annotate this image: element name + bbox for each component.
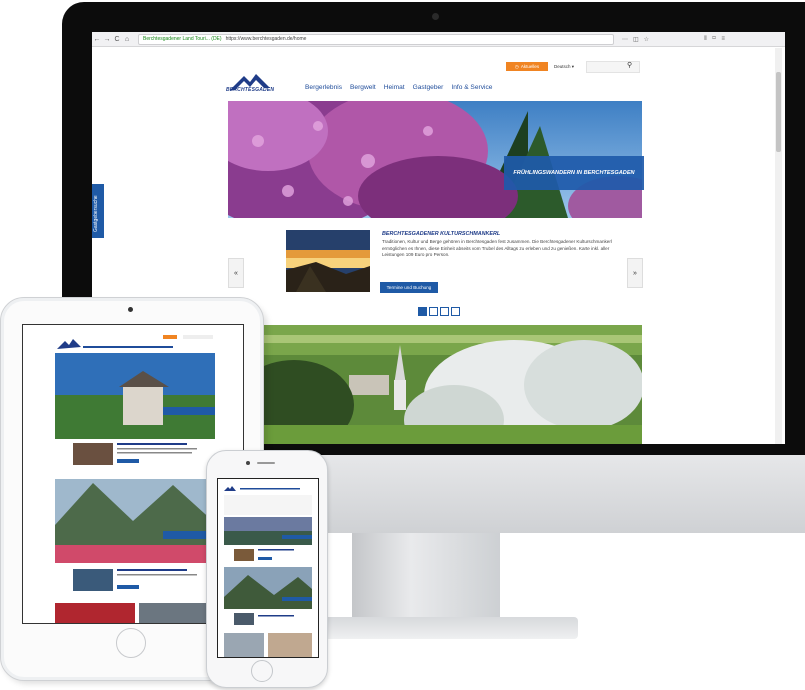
side-tab-label: Gastgebersuche	[93, 195, 99, 232]
nav-heimat[interactable]: Heimat	[384, 84, 405, 91]
slider-next-button[interactable]: »	[627, 258, 643, 288]
clock-icon: ◷	[514, 63, 519, 69]
more-icon[interactable]: ⋯	[622, 37, 633, 43]
teaser-title[interactable]: BERCHTESGADENER KULTURSCHMANKERL	[382, 231, 500, 237]
aktuelles-button[interactable]: ◷ Aktuelles	[506, 62, 548, 71]
library-icon[interactable]: ⫴	[704, 36, 712, 42]
logo-wordmark[interactable]: BERCHTESGADEN	[226, 87, 274, 93]
site-identity[interactable]: Berchtesgadener Land Touri... (DE)	[143, 36, 222, 42]
scrollbar-thumb[interactable]	[776, 72, 781, 152]
slider-dot[interactable]	[418, 307, 427, 316]
village-image[interactable]	[254, 325, 642, 444]
toolbar-right-icons: ⫴▭≡	[704, 36, 730, 43]
hero-caption[interactable]: FRÜHLINGSWANDERN IN BERCHTESGADEN	[504, 156, 644, 190]
ipad-home-button[interactable]	[116, 628, 146, 658]
address-bar[interactable]: Berchtesgadener Land Touri... (DE) https…	[138, 33, 614, 45]
language-select[interactable]: Deutsch ▾	[554, 62, 584, 71]
teaser-image[interactable]	[286, 230, 370, 292]
menu-icon[interactable]: ≡	[721, 36, 730, 42]
pocket-icon[interactable]: ◫	[633, 37, 644, 43]
teaser-body: Traditionen, Kultur und Berge gehören in…	[382, 239, 612, 258]
sidebar-icon[interactable]: ▭	[712, 36, 722, 42]
ipad-camera	[128, 307, 133, 312]
back-button[interactable]: ←	[92, 36, 102, 43]
main-navigation: Bergerlebnis Bergwelt Heimat Gastgeber I…	[305, 84, 492, 91]
nav-gastgeber[interactable]: Gastgeber	[413, 84, 444, 91]
phone-screen	[217, 478, 319, 658]
nav-info-service[interactable]: Info & Service	[451, 84, 492, 91]
slider-dots	[418, 307, 460, 316]
iphone-speaker	[257, 462, 275, 464]
browser-toolbar: ← → C ⌂ Berchtesgadener Land Touri... (D…	[92, 32, 785, 47]
nav-bergwelt[interactable]: Bergwelt	[350, 84, 376, 91]
booking-button[interactable]: Termine und Buchung	[380, 282, 438, 293]
camera	[432, 13, 439, 20]
home-button[interactable]: ⌂	[122, 36, 132, 43]
phone-website-preview	[218, 479, 318, 657]
iphone-camera	[246, 461, 250, 465]
slider-dot[interactable]	[440, 307, 449, 316]
bookmark-star-icon[interactable]: ☆	[644, 37, 654, 43]
iphone-home-button[interactable]	[251, 660, 273, 682]
forward-button[interactable]: →	[102, 36, 112, 43]
slider-dot[interactable]	[429, 307, 438, 316]
nav-bergerlebnis[interactable]: Bergerlebnis	[305, 84, 342, 91]
search-icon[interactable]: ⚲	[627, 61, 632, 69]
slider-prev-button[interactable]: «	[228, 258, 244, 288]
toolbar-icons: ⋯◫☆	[622, 36, 654, 43]
side-tab-gastgebersuche[interactable]: Gastgebersuche	[92, 184, 104, 238]
slider-dot[interactable]	[451, 307, 460, 316]
url-text[interactable]: https://www.berchtesgaden.de/home	[226, 36, 307, 42]
aktuelles-label: Aktuelles	[520, 64, 540, 69]
reload-button[interactable]: C	[112, 36, 122, 43]
